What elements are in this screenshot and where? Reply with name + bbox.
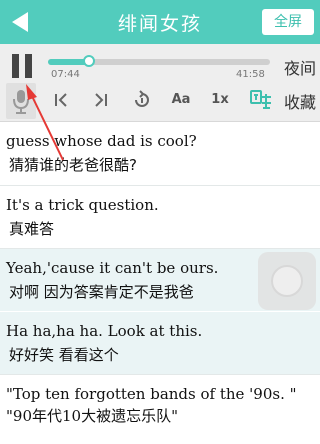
subtitle-item[interactable]: It's a trick question. 真难答 bbox=[0, 194, 320, 240]
assistive-touch-icon bbox=[271, 265, 303, 297]
subtitle-english: Ha ha,ha ha. Look at this. bbox=[6, 322, 203, 340]
subtitle-chinese: 猜猜谁的老爸很酷? bbox=[9, 156, 137, 174]
subtitle-item-active[interactable]: Ha ha,ha ha. Look at this. 好好笑 看看这个 bbox=[0, 312, 320, 374]
font-size-button[interactable]: Aa bbox=[168, 86, 194, 114]
total-time: 41:58 bbox=[236, 69, 265, 80]
divider bbox=[0, 374, 320, 375]
translation-toggle-button[interactable] bbox=[248, 86, 274, 114]
pause-icon bbox=[12, 54, 19, 78]
control-bar: Aa 1x bbox=[0, 80, 320, 122]
progress-handle[interactable] bbox=[83, 55, 96, 67]
night-mode-button[interactable]: 夜间 bbox=[284, 55, 316, 79]
playback-speed-button[interactable]: 1x bbox=[208, 86, 232, 114]
bookmark-button[interactable]: 收藏 bbox=[284, 89, 316, 113]
pause-button[interactable] bbox=[8, 52, 36, 82]
subtitle-item[interactable]: guess whose dad is cool? 猜猜谁的老爸很酷? bbox=[0, 130, 320, 176]
header-bar: 绯闻女孩 全屏 bbox=[0, 0, 320, 44]
next-icon bbox=[95, 93, 107, 107]
subtitle-english: It's a trick question. bbox=[6, 196, 159, 214]
previous-sentence-button[interactable] bbox=[50, 86, 72, 114]
subtitle-item[interactable]: "Top ten forgotten bands of the '90s. " … bbox=[0, 383, 320, 427]
repeat-button[interactable] bbox=[130, 86, 154, 114]
divider bbox=[0, 185, 320, 186]
progress-bar[interactable] bbox=[48, 55, 270, 67]
fullscreen-button[interactable]: 全屏 bbox=[262, 9, 314, 35]
repeat-icon bbox=[135, 90, 149, 107]
previous-icon bbox=[55, 93, 67, 107]
subtitle-english: "Top ten forgotten bands of the '90s. " … bbox=[6, 385, 297, 425]
next-sentence-button[interactable] bbox=[90, 86, 112, 114]
floating-assistive-button[interactable] bbox=[258, 252, 316, 310]
translate-icon bbox=[250, 90, 271, 109]
subtitle-chinese: 好好笑 看看这个 bbox=[9, 346, 119, 364]
subtitle-english: guess whose dad is cool? bbox=[6, 132, 197, 150]
subtitle-chinese: 真难答 bbox=[9, 220, 55, 238]
current-time: 07:44 bbox=[51, 69, 80, 80]
